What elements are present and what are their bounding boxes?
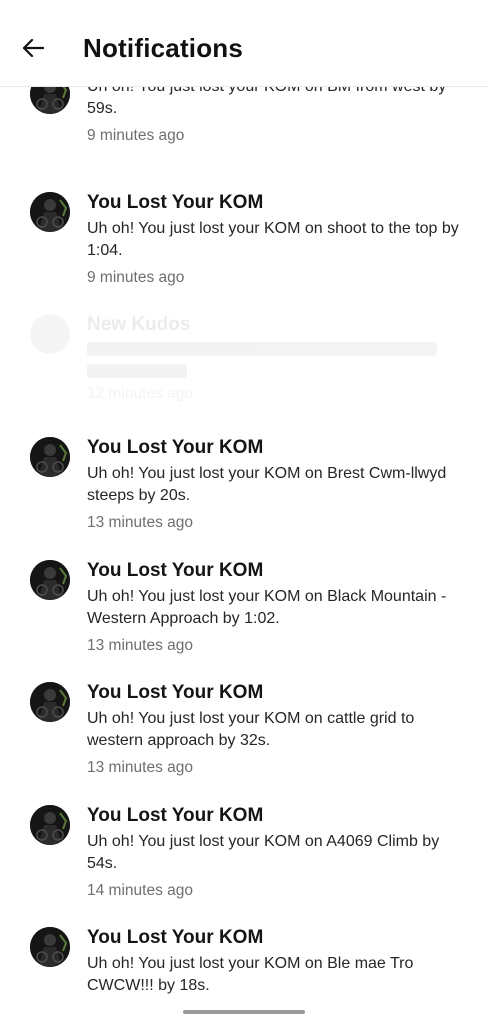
notification-title: You Lost Your KOM (87, 682, 264, 703)
notification-time: 9 minutes ago (87, 269, 185, 286)
notification-time: 12 minutes ago (87, 385, 193, 402)
notification-time: 13 minutes ago (87, 759, 193, 776)
avatar (30, 927, 70, 967)
notification-body: Uh oh! You just lost your KOM on shoot t… (87, 220, 459, 259)
arrow-left-icon (22, 38, 44, 58)
notifications-list[interactable]: Uh oh! You just lost your KOM on BM from… (0, 0, 488, 1024)
notification-time: 13 minutes ago (87, 514, 193, 531)
notification-body: Uh oh! You just lost your KOM on Ble mae… (87, 955, 414, 994)
notification-title: You Lost Your KOM (87, 805, 264, 826)
notification-title: You Lost Your KOM (87, 927, 264, 948)
notification-time: 14 minutes ago (87, 882, 193, 899)
notification-body: Uh oh! You just lost your KOM on cattle … (87, 710, 415, 749)
notification-body: Uh oh! You just lost your KOM on Brest C… (87, 465, 447, 504)
notification-time: 9 minutes ago (87, 127, 185, 144)
notification-time: 13 minutes ago (87, 637, 193, 654)
notification-title: You Lost Your KOM (87, 192, 264, 213)
page-title: Notifications (83, 33, 244, 63)
notification-title: You Lost Your KOM (87, 560, 264, 581)
notification-body (87, 342, 472, 378)
notification-title: New Kudos (87, 314, 191, 335)
app-header: Notifications (0, 0, 488, 87)
avatar (30, 437, 70, 477)
back-button[interactable] (18, 33, 48, 63)
notification-body: Uh oh! You just lost your KOM on A4069 C… (87, 833, 440, 872)
notification-title: You Lost Your KOM (87, 437, 264, 458)
avatar (30, 314, 70, 354)
notification-body: Uh oh! You just lost your KOM on Black M… (87, 588, 447, 627)
avatar (30, 682, 70, 722)
avatar (30, 560, 70, 600)
home-indicator[interactable] (183, 1010, 305, 1014)
avatar (30, 805, 70, 845)
avatar (30, 192, 70, 232)
